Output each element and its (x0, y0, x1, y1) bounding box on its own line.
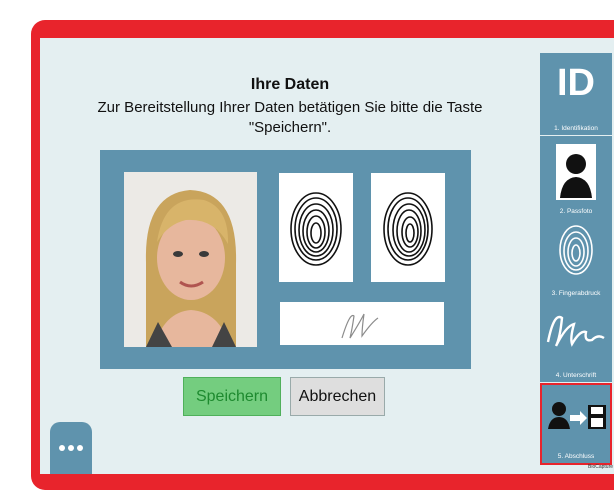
step-signature[interactable]: 4. Unterschrift (540, 300, 612, 382)
page-title: Ihre Daten (250, 76, 330, 93)
more-options-button[interactable] (50, 422, 92, 474)
brand-text: BioCapture (588, 464, 614, 470)
step-identification[interactable]: ID 1. Identifikation (540, 53, 612, 135)
step-label: 3. Fingerabdruck (551, 290, 601, 297)
signature-field (280, 302, 444, 345)
signature-icon (546, 315, 605, 347)
step-label: 5. Abschluss (557, 453, 595, 460)
fingerprint-right (371, 173, 445, 282)
step-passport-photo[interactable]: 2. Passfoto (540, 136, 612, 218)
step-completion[interactable]: 5. Abschluss (540, 383, 612, 465)
step-label: 4. Unterschrift (555, 372, 597, 379)
save-transfer-icon (548, 402, 606, 429)
save-button[interactable]: Speichern (183, 377, 281, 416)
cancel-button[interactable]: Abbrechen (290, 377, 385, 416)
step-label: 1. Identifikation (554, 125, 598, 132)
instruction-text: Zur Bereitstellung Ihrer Daten betätigen… (97, 99, 483, 136)
fingerprint-left (279, 173, 353, 282)
passport-photo (124, 172, 257, 347)
portrait-icon (556, 144, 596, 200)
more-dots-icon (59, 445, 83, 451)
step-fingerprint[interactable]: 3. Fingerabdruck (540, 218, 612, 300)
id-icon: ID (557, 62, 595, 104)
fingerprint-icon (559, 225, 593, 275)
step-label: 2. Passfoto (559, 208, 593, 215)
